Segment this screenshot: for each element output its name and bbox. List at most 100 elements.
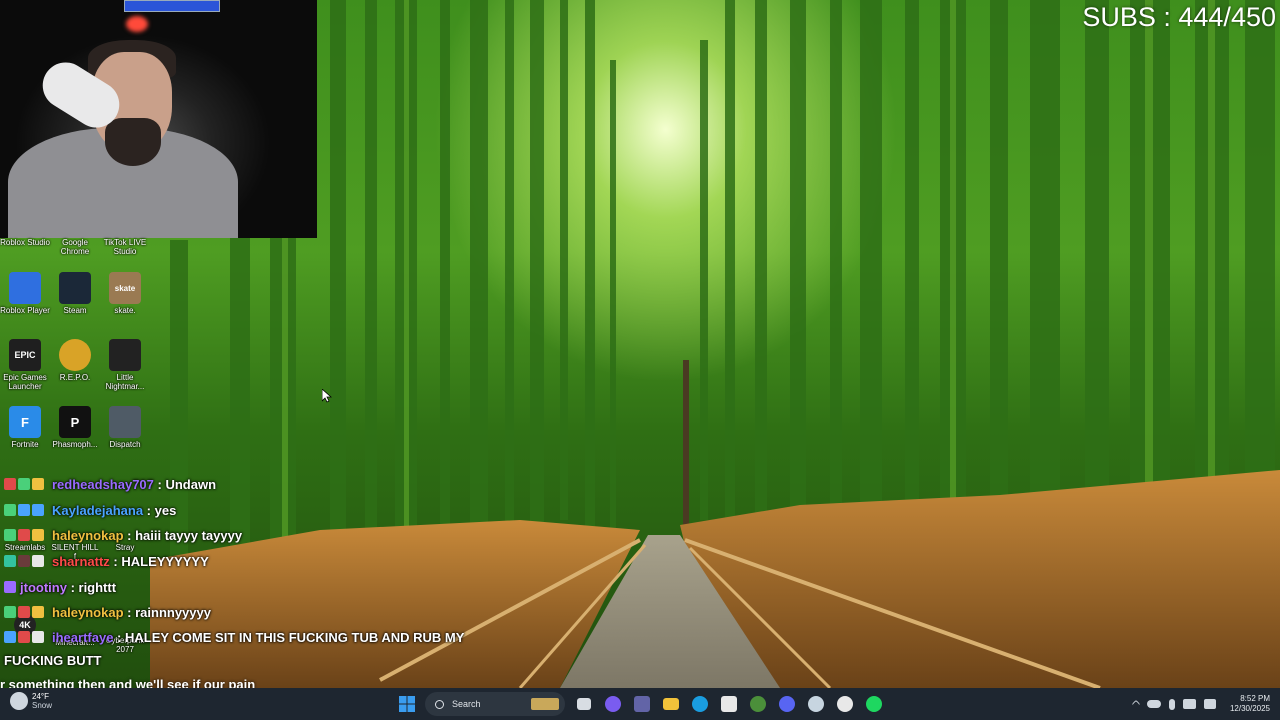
chat-username: jtootiny <box>20 580 67 595</box>
spotify-button[interactable] <box>862 692 886 716</box>
app-button[interactable] <box>746 692 770 716</box>
chat-badges <box>4 528 52 543</box>
roblox-player-icon <box>9 272 41 304</box>
chat-message: sharnattz : HALEYYYYYY <box>4 554 209 569</box>
chat-badges <box>4 477 52 492</box>
teams-icon <box>633 696 650 712</box>
task-view-button[interactable] <box>572 692 596 716</box>
desktop-icon-label: Epic Games Launcher <box>3 373 47 391</box>
desktop-icon-fortnite[interactable]: F Fortnite <box>0 406 50 449</box>
desktop-icon-roblox-player[interactable]: Roblox Player <box>0 272 50 315</box>
search-highlight-icon <box>531 698 559 710</box>
chat-username: sharnattz <box>52 554 110 569</box>
desktop-icon-roblox-studio[interactable]: Roblox Studio <box>0 238 50 247</box>
chat-message-continued: FUCKING BUTT <box>4 653 102 668</box>
chat-message: Kayladejahana : yes <box>4 503 176 518</box>
desktop-icon-label: Little Nightmar... <box>105 373 145 391</box>
badge-icon <box>18 504 30 516</box>
streamer-beard <box>105 118 161 166</box>
chat-text: : HALEY COME SIT IN THIS FUCKING TUB AND… <box>117 630 465 645</box>
badge-icon <box>18 555 30 567</box>
taskbar-search[interactable]: Search <box>425 692 565 716</box>
desktop-icon-google-chrome[interactable]: Google Chrome <box>50 238 100 256</box>
steam-icon <box>59 272 91 304</box>
badge-icon <box>32 631 44 643</box>
fortnite-icon: F <box>9 406 41 438</box>
badge-icon <box>4 504 16 516</box>
desktop-icon-repo[interactable]: R.E.P.O. <box>50 339 100 382</box>
desktop-icon-label: Dispatch <box>109 440 141 449</box>
chat-username: Kayladejahana <box>52 503 144 518</box>
badge-icon <box>18 529 30 541</box>
desktop-icon-label: Stray <box>115 543 135 552</box>
weather-widget[interactable]: 24°F Snow <box>10 692 52 710</box>
desktop-icon-label: skate. <box>114 306 136 315</box>
badge-icon <box>18 478 30 490</box>
volume-icon[interactable] <box>1203 699 1216 709</box>
badge-icon <box>32 606 44 618</box>
weather-condition: Snow <box>32 701 53 710</box>
start-icon <box>398 696 415 712</box>
desktop-icon-label: R.E.P.O. <box>59 373 91 382</box>
desktop-icon-stray[interactable]: Stray <box>100 543 150 552</box>
weather-temperature: 24°F <box>32 692 49 701</box>
desktop-icon-label: Roblox Player <box>0 306 50 315</box>
search-placeholder: Search <box>452 699 481 709</box>
discord-button[interactable] <box>775 692 799 716</box>
task-view-icon <box>576 698 591 710</box>
desktop-icon-steam[interactable]: Steam <box>50 272 100 315</box>
subs-counter: SUBS : 444/450 <box>1082 2 1276 32</box>
badge-icon <box>4 606 16 618</box>
desktop-icon-dispatch[interactable]: Dispatch <box>100 406 150 449</box>
badge-icon <box>4 529 16 541</box>
taskbar: 24°F Snow Search 8:52 PM 12/30/2025 <box>0 688 1280 720</box>
badge-icon <box>4 631 16 643</box>
epic-games-icon: EPIC <box>9 339 41 371</box>
copilot-button[interactable] <box>601 692 625 716</box>
onedrive-icon[interactable] <box>1146 700 1161 708</box>
start-button[interactable] <box>395 692 419 716</box>
desktop-icon-epic-games-launcher[interactable]: EPIC Epic Games Launcher <box>0 339 50 391</box>
file-explorer-button[interactable] <box>659 692 683 716</box>
chat-text: : rainnnyyyyy <box>127 605 211 620</box>
chat-message: haleynokap : rainnnyyyyy <box>4 605 211 620</box>
desktop-icon-label: Streamlabs <box>4 543 46 552</box>
desktop-icon-little-nightmares[interactable]: Little Nightmar... <box>100 339 150 391</box>
teams-button[interactable] <box>630 692 654 716</box>
chat-badges <box>4 503 52 518</box>
steam-taskbar-button[interactable] <box>804 692 828 716</box>
desktop-icon-streamlabs[interactable]: Streamlabs <box>0 543 50 552</box>
chat-badges <box>4 580 20 595</box>
badge-icon <box>4 478 16 490</box>
edge-button[interactable] <box>688 692 712 716</box>
mouse-cursor-icon <box>322 389 332 403</box>
chat-username: haleynokap <box>52 528 124 543</box>
display-icon[interactable] <box>1182 699 1196 709</box>
chat-badges <box>4 605 52 620</box>
steam-taskbar-icon <box>807 696 824 712</box>
red-light <box>126 16 148 32</box>
desktop-icon-tiktok-live-studio[interactable]: TikTok LIVE Studio <box>100 238 150 256</box>
desktop-icon-label: Google Chrome <box>60 238 90 256</box>
desktop-icon-label: TikTok LIVE Studio <box>103 238 147 256</box>
badge-icon <box>32 555 44 567</box>
chat-text: : righttt <box>70 580 117 595</box>
badge-icon <box>32 529 44 541</box>
chat-username: iheartfaye <box>52 630 114 645</box>
chevron-up-icon[interactable] <box>1131 699 1141 709</box>
background-monitor <box>124 0 220 12</box>
taskbar-apps: Search <box>392 692 888 716</box>
snow-weather-icon <box>10 692 28 710</box>
skate-icon: skate <box>109 272 141 304</box>
clock[interactable]: 8:52 PM 12/30/2025 <box>1230 694 1270 714</box>
chat-username: haleynokap <box>52 605 124 620</box>
microsoft-store-button[interactable] <box>717 692 741 716</box>
chat-text: FUCKING BUTT <box>4 653 102 668</box>
microphone-icon[interactable] <box>1168 698 1175 710</box>
edge-icon <box>691 696 708 712</box>
chat-text: : yes <box>146 503 177 518</box>
desktop-icon-phasmophobia[interactable]: P Phasmoph... <box>50 406 100 449</box>
badge-icon <box>18 606 30 618</box>
desktop-icon-skate[interactable]: skate skate. <box>100 272 150 315</box>
chrome-taskbar-button[interactable] <box>833 692 857 716</box>
